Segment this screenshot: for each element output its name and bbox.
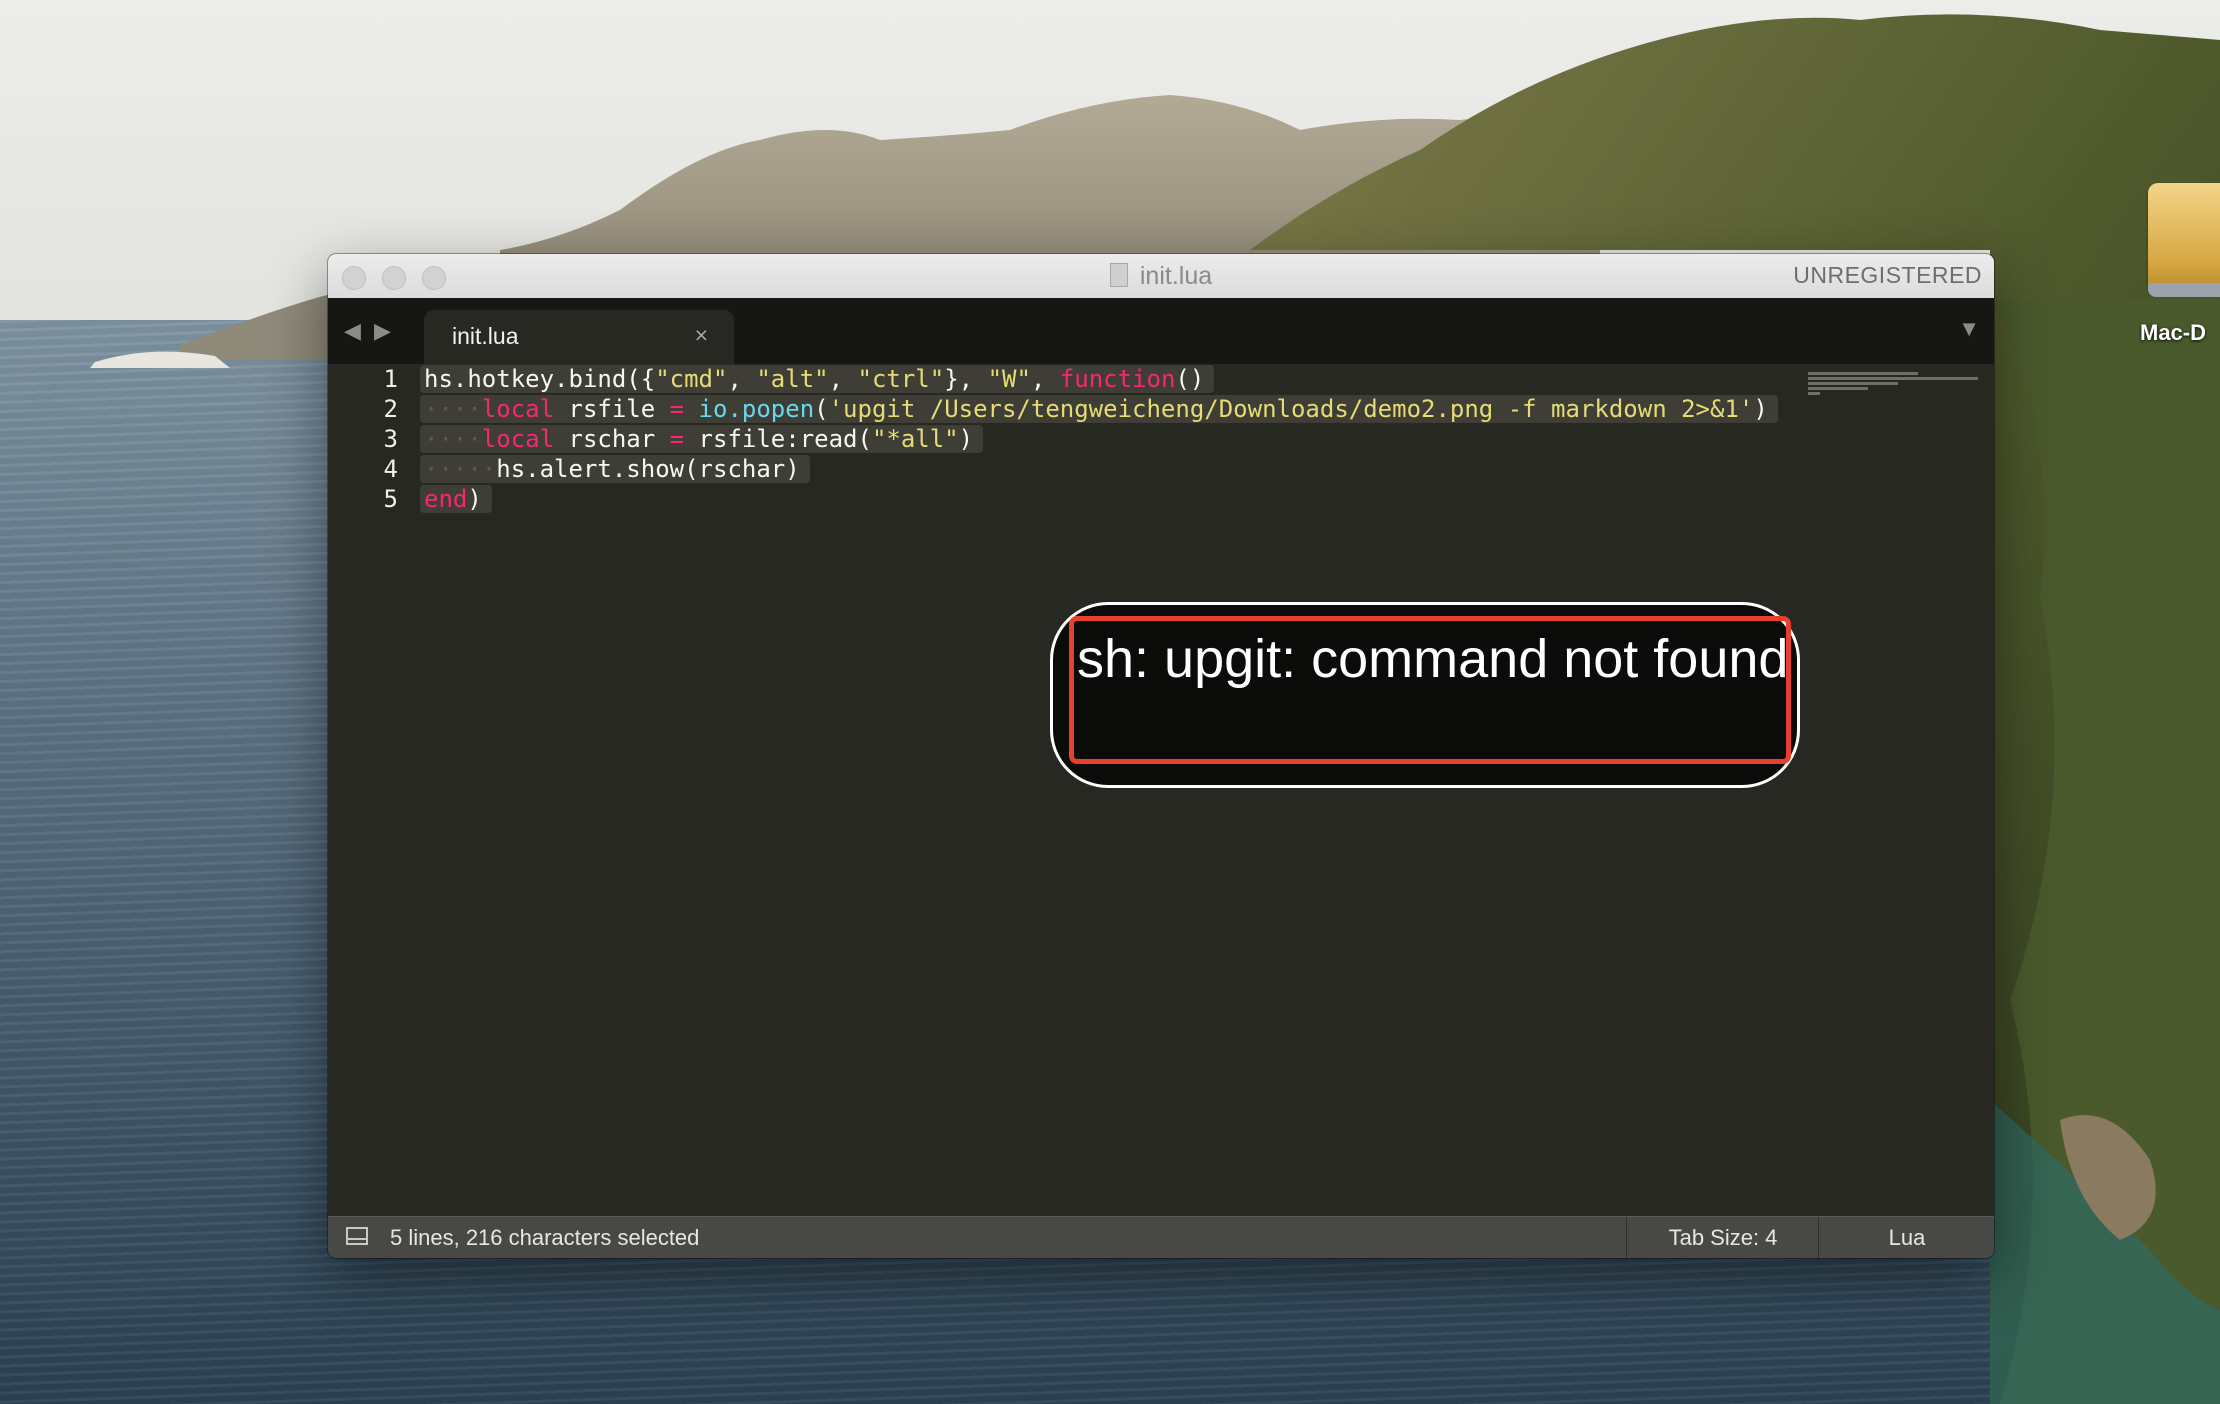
minimap[interactable] <box>1808 372 1988 395</box>
line-number: 1 <box>383 365 398 393</box>
status-divider <box>1818 1217 1819 1258</box>
desktop-drive-icon[interactable]: Mac-D <box>2140 175 2220 345</box>
tab-size-button[interactable]: Tab Size: 4 <box>1628 1225 1818 1251</box>
selected-code: hs.hotkey.bind({"cmd", "alt", "ctrl"}, "… <box>420 365 1215 393</box>
tab-bar: ◀ ▶ init.lua × ▼ <box>328 298 1994 364</box>
line-number-gutter: 1 2 3 4 5 <box>328 364 398 514</box>
alert-message: sh: upgit: command not found <box>1077 629 1789 689</box>
code-line[interactable]: ····local rsfile = io.popen('upgit /User… <box>420 394 1778 424</box>
tab-label: init.lua <box>452 323 519 349</box>
tab-close-icon[interactable]: × <box>695 322 708 349</box>
window-title: init.lua <box>328 262 1994 291</box>
license-status: UNREGISTERED <box>1793 262 1982 288</box>
tab-init-lua[interactable]: init.lua × <box>424 310 734 364</box>
line-number: 3 <box>383 425 398 453</box>
selected-code: ····local rsfile = io.popen('upgit /User… <box>420 395 1778 423</box>
back-arrow-icon[interactable]: ◀ <box>344 318 361 344</box>
window-titlebar[interactable]: init.lua UNREGISTERED <box>328 254 1994 299</box>
line-number: 2 <box>383 395 398 423</box>
line-number: 5 <box>383 485 398 513</box>
line-number: 4 <box>383 455 398 483</box>
selected-code: end) <box>420 485 492 513</box>
code-area[interactable]: hs.hotkey.bind({"cmd", "alt", "ctrl"}, "… <box>420 364 1778 514</box>
code-editor[interactable]: 1 2 3 4 5 hs.hotkey.bind({"cmd", "alt", … <box>328 364 1994 1216</box>
code-line[interactable]: end) <box>420 484 1778 514</box>
selection-info: 5 lines, 216 characters selected <box>390 1225 700 1250</box>
document-icon <box>1109 263 1128 287</box>
window-title-text: init.lua <box>1139 262 1213 290</box>
code-line[interactable]: ·····hs.alert.show(rschar) <box>420 454 1778 484</box>
code-line[interactable]: ····local rschar = rsfile:read("*all") <box>420 424 1778 454</box>
status-bar: 5 lines, 216 characters selected Tab Siz… <box>328 1216 1994 1258</box>
syntax-button[interactable]: Lua <box>1820 1225 1994 1251</box>
code-line[interactable]: hs.hotkey.bind({"cmd", "alt", "ctrl"}, "… <box>420 364 1778 394</box>
selected-code: ·····hs.alert.show(rschar) <box>420 455 810 483</box>
desktop-icon-label: Mac-D <box>2140 320 2207 345</box>
hard-drive-base <box>2148 283 2220 297</box>
selected-code: ····local rschar = rsfile:read("*all") <box>420 425 984 453</box>
tab-menu-chevron-down-icon[interactable]: ▼ <box>1958 316 1980 342</box>
panel-toggle-icon[interactable] <box>346 1227 368 1245</box>
status-divider <box>1626 1217 1627 1258</box>
hard-drive-icon <box>2148 183 2220 293</box>
forward-arrow-icon[interactable]: ▶ <box>374 318 391 344</box>
